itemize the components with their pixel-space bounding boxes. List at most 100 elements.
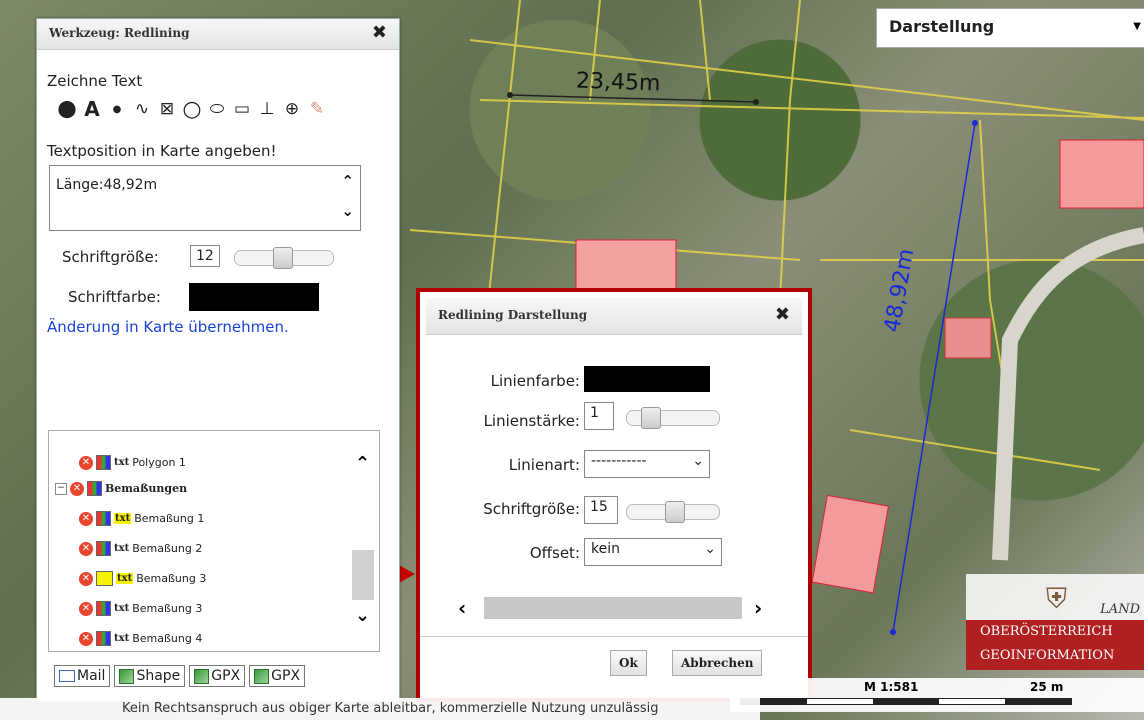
instruction-text: Textposition in Karte angeben! — [47, 142, 277, 160]
chevron-down-icon: ⌄ — [704, 541, 716, 557]
txt-icon[interactable]: txt — [114, 603, 129, 614]
style-icon[interactable] — [96, 571, 113, 586]
tree-item-label: Bemaßung 3 — [132, 602, 203, 615]
line-color-swatch[interactable] — [584, 366, 710, 392]
font-size-label: Schriftgröße: — [483, 500, 580, 518]
list-item[interactable]: ✕ txt Bemaßung 1 — [79, 511, 204, 526]
style-icon[interactable] — [87, 481, 102, 496]
dot-tool-icon[interactable]: ● — [106, 98, 128, 120]
font-color-swatch[interactable] — [189, 283, 319, 311]
delete-icon[interactable]: ✕ — [79, 455, 93, 470]
line-tool-icon[interactable]: ∿ — [131, 98, 153, 120]
line-type-value: ----------- — [591, 453, 647, 469]
scroll-up-icon[interactable]: ⌃ — [355, 453, 370, 474]
scale-distance: 25 m — [1030, 680, 1064, 694]
logo-banner: OBERÖSTERREICH GEOINFORMATION — [966, 620, 1144, 670]
line-width-slider[interactable] — [626, 407, 720, 429]
font-size-slider[interactable] — [234, 247, 334, 269]
slider-handle[interactable] — [273, 247, 293, 269]
style-icon[interactable] — [96, 511, 111, 526]
list-item[interactable]: ✕ txt Bemaßung 4 — [79, 631, 202, 646]
list-item[interactable]: ✕ txt Bemaßung 2 — [79, 541, 202, 556]
txt-icon[interactable]: txt — [114, 543, 129, 554]
cancel-button[interactable]: Abbrechen — [672, 650, 763, 676]
font-size-field[interactable]: 12 — [190, 245, 220, 267]
font-size-field[interactable]: 15 — [584, 496, 618, 524]
txt-icon[interactable]: txt — [114, 633, 129, 644]
tree-item-label: Bemaßung 3 — [136, 572, 207, 585]
disclaimer: Kein Rechtsanspruch aus obiger Karte abl… — [0, 698, 760, 720]
delete-icon[interactable]: ✕ — [70, 481, 84, 496]
shape-button-label: Shape — [136, 668, 181, 684]
circle-tool-icon[interactable]: ○ — [181, 97, 203, 122]
style-icon[interactable] — [96, 631, 111, 646]
mail-button[interactable]: Mail — [54, 665, 111, 687]
polygon-tool-icon[interactable]: ⊠ — [156, 98, 178, 120]
tree-item-label: Bemaßung 2 — [132, 542, 203, 555]
dialog-divider — [420, 636, 808, 637]
tool-panel-titlebar: Werkzeug: Redlining ✖ — [37, 19, 399, 50]
tree-scrollbar[interactable] — [352, 550, 374, 600]
darstellung-dropdown[interactable]: Darstellung ▼ — [876, 8, 1144, 48]
delete-icon[interactable]: ✕ — [79, 511, 93, 526]
scale-ratio: M 1:581 — [864, 680, 919, 694]
delete-icon[interactable]: ✕ — [79, 541, 93, 556]
tree-group-measure[interactable]: − ✕ Bemaßungen — [55, 481, 187, 496]
apply-changes-link[interactable]: Änderung in Karte übernehmen. — [47, 318, 289, 336]
dialog-horizontal-scrollbar[interactable] — [484, 597, 742, 619]
font-size-slider[interactable] — [626, 501, 720, 523]
scroll-down-icon[interactable]: ⌄ — [355, 605, 370, 626]
mail-button-label: Mail — [77, 668, 106, 684]
target-tool-icon[interactable]: ⊕ — [281, 98, 303, 120]
tree-item-label: Bemaßung 1 — [134, 512, 205, 525]
close-icon[interactable]: ✖ — [372, 22, 387, 43]
tree-item-label: Bemaßung 4 — [132, 632, 203, 645]
ok-button[interactable]: Ok — [610, 650, 647, 676]
measure-tool-icon[interactable]: ⊥ — [256, 98, 278, 120]
text-input[interactable]: Länge:48,92m ⌃ ⌄ — [49, 165, 361, 231]
style-icon[interactable] — [96, 541, 111, 556]
gpx-button-label: GPX — [211, 668, 241, 684]
txt-icon[interactable]: txt — [114, 457, 129, 468]
slider-handle[interactable] — [665, 501, 685, 523]
list-item[interactable]: ✕ txt Bemaßung 3 — [79, 571, 206, 586]
line-type-select[interactable]: ----------- ⌄ — [584, 450, 710, 478]
line-color-label: Linienfarbe: — [490, 372, 580, 390]
chevron-up-icon[interactable]: ⌃ — [341, 172, 354, 190]
gpx-icon — [254, 668, 270, 684]
txt-icon[interactable]: txt — [114, 513, 132, 524]
rectangle-tool-icon[interactable]: ▭ — [231, 98, 253, 120]
eraser-icon[interactable]: ✎ — [306, 98, 328, 120]
close-icon[interactable]: ✖ — [775, 304, 790, 325]
gpx-button[interactable]: GPX — [189, 665, 246, 687]
offset-select[interactable]: kein ⌄ — [584, 538, 722, 566]
point-marker-icon[interactable]: ⬤ — [56, 98, 78, 120]
gpx-import-button[interactable]: GPX — [249, 665, 306, 687]
text-tool-icon[interactable]: A — [81, 97, 103, 121]
scroll-left-icon[interactable]: ‹ — [458, 596, 466, 620]
offset-label: Offset: — [529, 544, 580, 562]
scroll-right-icon[interactable]: › — [754, 596, 762, 620]
gpx-icon — [194, 668, 210, 684]
tree-item-polygon[interactable]: ✕ txt Polygon 1 — [79, 455, 186, 470]
delete-icon[interactable]: ✕ — [79, 631, 93, 646]
shape-button[interactable]: Shape — [114, 665, 186, 687]
delete-icon[interactable]: ✕ — [79, 601, 93, 616]
dialog-titlebar: Redlining Darstellung ✖ — [426, 298, 802, 335]
chevron-down-icon[interactable]: ⌄ — [341, 202, 354, 220]
slider-handle[interactable] — [641, 407, 661, 429]
style-icon[interactable] — [96, 601, 111, 616]
style-icon[interactable] — [96, 455, 111, 470]
line-type-label: Linienart: — [508, 456, 580, 474]
delete-icon[interactable]: ✕ — [79, 571, 93, 586]
txt-icon[interactable]: txt — [116, 573, 134, 584]
ellipse-tool-icon[interactable]: ⬭ — [206, 98, 228, 120]
shape-icon — [119, 668, 135, 684]
logo-text-state: OBERÖSTERREICH — [980, 624, 1113, 639]
collapse-icon[interactable]: − — [55, 482, 67, 495]
offset-value: kein — [591, 541, 620, 557]
coat-of-arms-icon: ⛨ — [1046, 582, 1068, 615]
line-width-field[interactable]: 1 — [584, 402, 614, 430]
list-item[interactable]: ✕ txt Bemaßung 3 — [79, 601, 202, 616]
tree-group-label: Bemaßungen — [105, 482, 188, 495]
